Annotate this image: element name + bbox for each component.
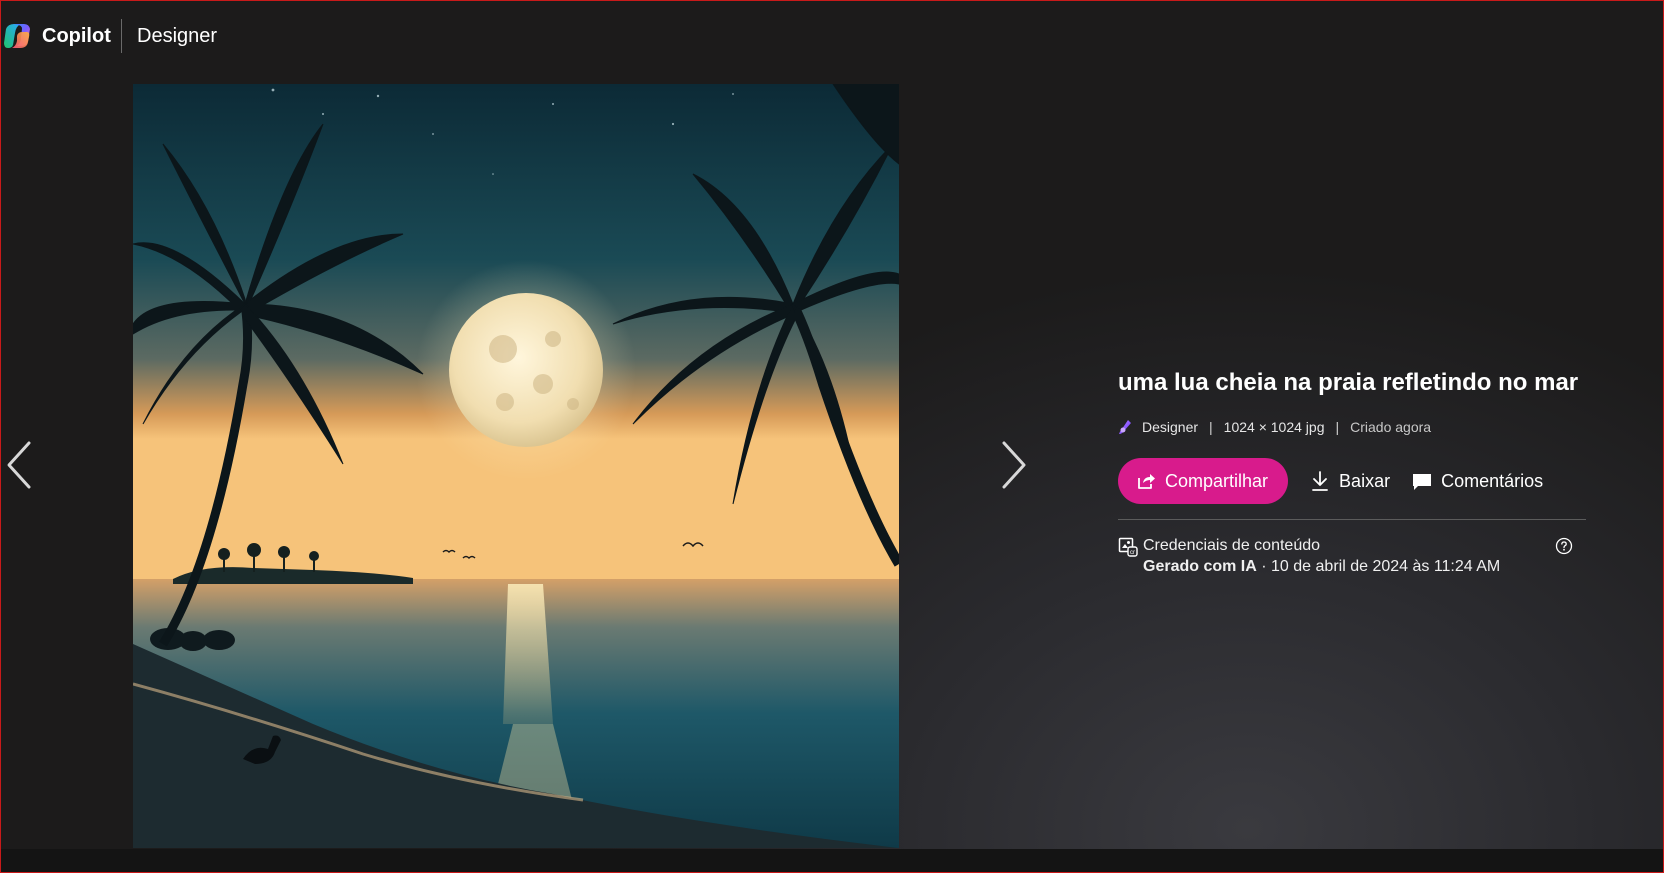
- share-label: Compartilhar: [1165, 470, 1269, 491]
- credentials-detail: Gerado com IA · 10 de abril de 2024 às 1…: [1143, 557, 1500, 577]
- generated-image[interactable]: [133, 84, 899, 848]
- moonlit-beach-image: [133, 84, 899, 848]
- share-icon: [1138, 474, 1155, 489]
- section-divider: [1118, 519, 1586, 520]
- meta-created: Criado agora: [1350, 419, 1432, 435]
- designer-icon: [1119, 420, 1131, 434]
- content-credentials-icon: cr: [1118, 537, 1138, 557]
- download-icon: [1312, 471, 1328, 491]
- meta-dimensions: 1024 × 1024 jpg: [1223, 419, 1325, 435]
- download-label: Baixar: [1339, 470, 1391, 491]
- designer-window: Copilot Designer uma lua cheia na praia …: [0, 0, 1664, 873]
- copilot-logo-icon[interactable]: [3, 23, 31, 49]
- app-name[interactable]: Designer: [137, 23, 217, 49]
- comments-button[interactable]: Comentários: [1412, 471, 1543, 492]
- top-bar: Copilot Designer: [1, 1, 1663, 71]
- header-divider: [121, 19, 122, 53]
- svg-text:cr: cr: [1130, 550, 1135, 556]
- credentials-label: Credenciais de conteúdo: [1143, 537, 1321, 554]
- meta-separator: |: [1209, 419, 1213, 435]
- download-button[interactable]: Baixar: [1310, 470, 1390, 492]
- comments-label: Comentários: [1441, 470, 1544, 491]
- image-meta: Designer | 1024 × 1024 jpg | Criado agor…: [1118, 417, 1588, 437]
- brand-name[interactable]: Copilot: [42, 23, 111, 49]
- next-image-button[interactable]: [994, 435, 1034, 495]
- meta-separator: |: [1335, 419, 1340, 435]
- action-bar: Compartilhar Baixar Comentários: [1118, 458, 1588, 504]
- content-credentials: cr Credenciais de conteúdo Gerado com IA…: [1118, 536, 1588, 580]
- generated-date: 10 de abril de 2024 às 11:24 AM: [1271, 558, 1501, 575]
- previous-image-button[interactable]: [1, 435, 41, 495]
- comment-icon: [1413, 474, 1432, 490]
- bottom-bar: [1, 849, 1663, 872]
- image-details-panel: uma lua cheia na praia refletindo no mar…: [1118, 367, 1588, 580]
- image-title: uma lua cheia na praia refletindo no mar: [1118, 369, 1579, 396]
- share-button[interactable]: Compartilhar: [1118, 458, 1289, 504]
- credentials-dot: ·: [1256, 558, 1272, 575]
- generated-label: Gerado com IA: [1143, 558, 1257, 575]
- meta-source: Designer: [1142, 419, 1199, 435]
- help-icon[interactable]: [1555, 537, 1573, 555]
